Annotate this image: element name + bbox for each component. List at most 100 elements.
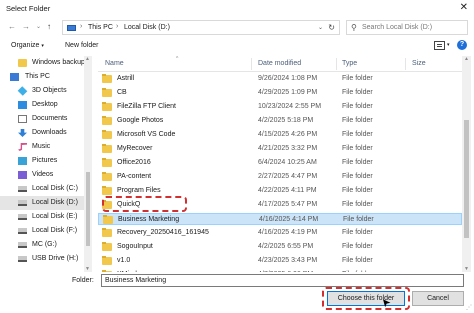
- sidebar-item[interactable]: MC (G:): [0, 238, 84, 252]
- sidebar-item[interactable]: Pictures: [0, 154, 84, 168]
- navigation-pane-scrollbar[interactable]: ▲ ▼: [84, 56, 92, 272]
- file-name: Microsoft VS Code: [117, 131, 176, 138]
- close-icon[interactable]: ✕: [460, 2, 468, 13]
- column-divider[interactable]: [251, 58, 252, 70]
- sidebar-item[interactable]: Local Disk (D:): [0, 196, 84, 210]
- sidebar-item[interactable]: Local Disk (C:): [0, 182, 84, 196]
- file-date-modified: 4/17/2025 5:47 PM: [258, 201, 318, 208]
- folder-icon: [102, 88, 112, 97]
- sidebar-item-label: This PC: [25, 73, 50, 80]
- sidebar-item[interactable]: Music: [0, 140, 84, 154]
- sidebar-item[interactable]: 3D Objects: [0, 84, 84, 98]
- table-row[interactable]: FileZilla FTP Client 10/23/2024 2:55 PM Fi…: [98, 101, 462, 113]
- file-date-modified: 4/23/2025 3:43 PM: [258, 257, 318, 264]
- file-type: File folder: [342, 159, 373, 166]
- file-name: FileZilla FTP Client: [117, 103, 176, 110]
- table-row[interactable]: PA-content 2/27/2025 4:47 PM File folder: [98, 171, 462, 183]
- file-type: File folder: [342, 117, 373, 124]
- sidebar-item[interactable]: USB Drive (H:): [0, 252, 84, 266]
- 3d-objects-icon: [17, 86, 28, 96]
- folder-name-input[interactable]: Business Marketing: [101, 274, 464, 287]
- folder-label: Folder:: [72, 277, 94, 284]
- scroll-up-arrow-icon[interactable]: ▲: [464, 56, 469, 62]
- file-name: PA-content: [117, 173, 152, 180]
- recent-locations-chevron-icon[interactable]: ⌄: [36, 23, 41, 30]
- file-list-scrollbar[interactable]: ▲ ▼: [462, 56, 471, 272]
- sidebar-item[interactable]: Windows backup: [0, 56, 84, 70]
- sidebar-item-label: Desktop: [32, 101, 58, 108]
- file-name: v1.0: [117, 257, 131, 264]
- breadcrumb-separator: ›: [80, 23, 83, 30]
- scrollbar-thumb[interactable]: [464, 120, 469, 238]
- sidebar-item[interactable]: Downloads: [0, 126, 84, 140]
- table-row[interactable]: Astrill 9/26/2024 1:08 PM File folder: [98, 73, 462, 85]
- column-divider[interactable]: [405, 58, 406, 70]
- drive-icon: [18, 200, 27, 206]
- file-name: Recovery_20250416_161945: [117, 229, 209, 236]
- table-row[interactable]: Recovery_20250416_161945 4/16/2025 4:19 P…: [98, 227, 462, 239]
- file-type: File folder: [342, 75, 373, 82]
- forward-arrow-icon[interactable]: →: [22, 22, 30, 31]
- file-name: SogouInput: [117, 243, 153, 250]
- column-divider[interactable]: [336, 58, 337, 70]
- file-date-modified: 4/2/2025 6:55 PM: [258, 243, 314, 250]
- table-row[interactable]: Business Marketing 4/16/2025 4:14 PM File …: [98, 213, 462, 225]
- column-header-date-modified[interactable]: Date modified: [258, 60, 301, 67]
- help-icon[interactable]: ?: [457, 40, 467, 50]
- refresh-icon[interactable]: ↻: [328, 23, 335, 32]
- desktop-icon: [18, 101, 27, 109]
- breadcrumb-local-disk-d[interactable]: Local Disk (D:): [124, 24, 170, 31]
- sidebar-item[interactable]: Videos: [0, 168, 84, 182]
- sidebar-item[interactable]: Local Disk (F:): [0, 224, 84, 238]
- column-header-size[interactable]: Size: [412, 60, 426, 67]
- scrollbar-thumb[interactable]: [86, 172, 90, 246]
- sidebar-item-label: Videos: [32, 171, 54, 178]
- search-box[interactable]: ⚲ Search Local Disk (D:): [346, 20, 468, 35]
- sidebar-item[interactable]: Documents: [0, 112, 84, 126]
- sidebar-item-label: Local Disk (E:): [32, 213, 78, 220]
- up-arrow-icon[interactable]: ↑: [47, 22, 51, 31]
- view-options-icon[interactable]: [434, 41, 445, 50]
- file-type: File folder: [342, 229, 373, 236]
- pictures-icon: [18, 157, 27, 165]
- table-row[interactable]: Microsoft VS Code 4/15/2025 4:26 PM File f…: [98, 129, 462, 141]
- file-type: File folder: [342, 89, 373, 96]
- documents-icon: [18, 115, 27, 123]
- organize-button[interactable]: Organize ▾: [11, 42, 44, 49]
- address-dropdown-chevron-icon[interactable]: ⌄: [318, 24, 323, 31]
- organize-label: Organize: [11, 42, 40, 49]
- breadcrumb-separator: ›: [116, 23, 119, 30]
- sidebar-item-label: Local Disk (D:): [32, 199, 78, 206]
- file-date-modified: 9/26/2024 1:08 PM: [258, 75, 318, 82]
- sidebar-item[interactable]: Local Disk (E:): [0, 210, 84, 224]
- new-folder-button[interactable]: New folder: [65, 42, 98, 49]
- resize-grip-icon[interactable]: ⋰: [466, 304, 472, 311]
- table-row[interactable]: MyRecover 4/21/2025 3:32 PM File folder: [98, 143, 462, 155]
- file-name: Business Marketing: [118, 216, 180, 223]
- address-bar[interactable]: › This PC › Local Disk (D:) ⌄ ↻: [62, 20, 340, 35]
- folder-icon: [103, 215, 113, 224]
- sidebar-item[interactable]: This PC: [0, 70, 84, 84]
- sidebar-item-label: MC (G:): [32, 241, 57, 248]
- breadcrumb-this-pc[interactable]: This PC: [88, 24, 113, 31]
- view-chevron-down-icon[interactable]: ▾: [447, 42, 450, 48]
- table-row[interactable]: Office2016 6/4/2024 10:25 AM File folder: [98, 157, 462, 169]
- table-row[interactable]: CB 4/29/2025 1:09 PM File folder: [98, 87, 462, 99]
- sidebar-item[interactable]: Desktop: [0, 98, 84, 112]
- column-header-type[interactable]: Type: [342, 60, 357, 67]
- sidebar-item-label: Local Disk (C:): [32, 185, 78, 192]
- column-header-name[interactable]: Name: [105, 60, 124, 67]
- choose-this-folder-button[interactable]: Choose this folder: [327, 291, 405, 306]
- table-row[interactable]: v1.0 4/23/2025 3:43 PM File folder: [98, 255, 462, 267]
- search-input-placeholder[interactable]: Search Local Disk (D:): [362, 24, 432, 31]
- file-date-modified: 10/23/2024 2:55 PM: [258, 103, 322, 110]
- cancel-button[interactable]: Cancel: [412, 291, 464, 306]
- file-name: Google Photos: [117, 117, 164, 124]
- toolbar: Organize ▾ New folder ▾ ?: [0, 38, 474, 54]
- back-arrow-icon[interactable]: ←: [8, 22, 16, 31]
- file-list: ^ Name Date modified Type Size Astrill 9/…: [98, 56, 462, 272]
- file-date-modified: 4/16/2025 4:19 PM: [258, 229, 318, 236]
- scroll-up-arrow-icon[interactable]: ▲: [85, 56, 90, 62]
- table-row[interactable]: SogouInput 4/2/2025 6:55 PM File folder: [98, 241, 462, 253]
- table-row[interactable]: Google Photos 4/2/2025 5:18 PM File folder: [98, 115, 462, 127]
